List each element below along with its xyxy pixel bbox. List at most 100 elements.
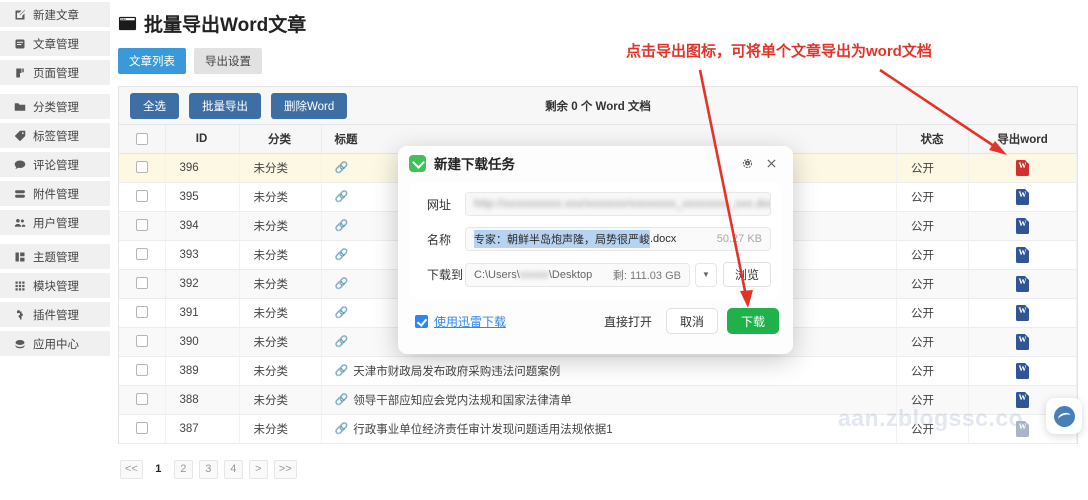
- batch-export-button[interactable]: 批量导出: [189, 92, 261, 119]
- tab-export-settings[interactable]: 导出设置: [194, 48, 262, 74]
- sidebar-item-module-manage[interactable]: 模块管理: [0, 273, 110, 298]
- download-button[interactable]: 下载: [727, 308, 779, 334]
- open-directly-button[interactable]: 直接打开: [604, 313, 652, 330]
- pagination-item[interactable]: 4: [223, 459, 243, 479]
- sidebar-item-label: 主题管理: [33, 251, 79, 264]
- word-doc-icon[interactable]: [1016, 333, 1029, 350]
- sidebar-item-label: 标签管理: [33, 130, 79, 143]
- link-icon: 🔗: [334, 394, 349, 406]
- use-thunder-label[interactable]: 使用迅雷下载: [434, 313, 506, 330]
- row-title-cell[interactable]: 🔗 天津市财政局发布政府采购违法问题案例: [321, 356, 897, 386]
- row-checkbox[interactable]: [135, 277, 148, 290]
- sidebar-item-page-manage[interactable]: 页面管理: [0, 60, 110, 85]
- tag-icon: [13, 130, 27, 142]
- link-icon: 🔗: [334, 162, 349, 174]
- row-checkbox[interactable]: [135, 364, 148, 377]
- link-icon: 🔗: [334, 307, 349, 319]
- cancel-button[interactable]: 取消: [666, 308, 718, 334]
- row-category: 未分类: [239, 153, 322, 183]
- page-title-text: 批量导出Word文章: [144, 15, 307, 36]
- tab-article-list[interactable]: 文章列表: [118, 48, 186, 74]
- row-checkbox[interactable]: [135, 306, 148, 319]
- browse-button[interactable]: 浏览: [723, 262, 771, 287]
- link-icon: 🔗: [334, 191, 349, 203]
- row-export-cell: [968, 298, 1077, 328]
- row-category: 未分类: [239, 269, 322, 299]
- sidebar-item-label: 附件管理: [33, 188, 79, 201]
- download-path-input[interactable]: C:\Users\ xxxxx \Desktop 剩: 111.03 GB: [465, 262, 690, 287]
- sidebar-item-label: 页面管理: [33, 67, 79, 80]
- row-title-cell[interactable]: 🔗 领导干部应知应会党内法规和国家法律清单: [321, 385, 897, 415]
- word-doc-icon[interactable]: [1016, 275, 1029, 292]
- row-checkbox-cell: [119, 211, 166, 241]
- filename-extension: .docx: [650, 233, 677, 245]
- word-doc-icon[interactable]: [1016, 304, 1029, 321]
- pagination-item[interactable]: 2: [173, 459, 193, 479]
- gear-icon[interactable]: [737, 153, 757, 173]
- remaining-docs-text: 剩余 0 个 Word 文档: [545, 100, 651, 113]
- column-header-category: 分类: [239, 125, 322, 154]
- row-id: 387: [165, 414, 240, 444]
- sidebar-item-label: 应用中心: [33, 338, 79, 351]
- chevron-down-icon[interactable]: ▼: [695, 262, 717, 287]
- row-category: 未分类: [239, 298, 322, 328]
- delete-word-button[interactable]: 删除Word: [271, 92, 348, 119]
- sidebar-item-label: 插件管理: [33, 309, 79, 322]
- word-doc-icon-red[interactable]: [1016, 159, 1029, 176]
- sidebar-item-article-manage[interactable]: 文章管理: [0, 31, 110, 56]
- select-all-checkbox[interactable]: [135, 132, 148, 145]
- row-category: 未分类: [239, 385, 322, 415]
- pagination-item[interactable]: 1: [149, 460, 168, 479]
- row-title: 领导干部应知应会党内法规和国家法律清单: [353, 394, 572, 407]
- sidebar-item-comment-manage[interactable]: 评论管理: [0, 152, 110, 177]
- filename-base: 专家：朝鲜半岛炮声隆，局势很严峻: [474, 230, 650, 248]
- sidebar-item-attachment-manage[interactable]: 附件管理: [0, 181, 110, 206]
- pagination-item[interactable]: >: [248, 459, 268, 479]
- sidebar-item-tag-manage[interactable]: 标签管理: [0, 123, 110, 148]
- word-doc-icon[interactable]: [1016, 362, 1029, 379]
- url-label: 网址: [427, 197, 452, 212]
- assistant-button[interactable]: [1046, 398, 1082, 434]
- row-checkbox-cell: [119, 269, 166, 299]
- name-field-row: 名称 专家：朝鲜半岛炮声隆，局势很严峻 .docx 50.27 KB: [415, 227, 771, 251]
- row-checkbox[interactable]: [135, 219, 148, 232]
- dialog-body: 网址 http://xxxxxxxxxx.xxx/xxxxxxx/xxxxxxx…: [410, 182, 781, 299]
- grid-icon: [13, 280, 27, 292]
- sidebar-item-user-manage[interactable]: 用户管理: [0, 210, 110, 235]
- sidebar-item-theme-manage[interactable]: 主题管理: [0, 244, 110, 269]
- filename-input[interactable]: 专家：朝鲜半岛炮声隆，局势很严峻 .docx 50.27 KB: [465, 227, 771, 251]
- row-checkbox-cell: [119, 327, 166, 357]
- row-checkbox[interactable]: [135, 335, 148, 348]
- column-header-export: 导出word: [968, 125, 1077, 154]
- sidebar-item-app-center[interactable]: 应用中心: [0, 331, 110, 356]
- sidebar-item-plugin-manage[interactable]: 插件管理: [0, 302, 110, 327]
- use-thunder-checkbox[interactable]: [415, 314, 428, 328]
- file-size-text: 50.27 KB: [716, 233, 762, 245]
- row-category: 未分类: [239, 211, 322, 241]
- row-title-cell[interactable]: 🔗 行政事业单位经济责任审计发现问题适用法规依据1: [321, 414, 897, 444]
- pagination-item[interactable]: <<: [120, 459, 143, 479]
- row-checkbox[interactable]: [135, 190, 148, 203]
- window-icon: [118, 14, 137, 33]
- sidebar-item-label: 用户管理: [33, 217, 79, 230]
- url-input[interactable]: http://xxxxxxxxxx.xxx/xxxxxxx/xxxxxxxx_x…: [465, 192, 771, 216]
- app-center-icon: [13, 338, 27, 350]
- close-icon[interactable]: [761, 153, 781, 173]
- word-doc-icon[interactable]: [1016, 217, 1029, 234]
- select-all-button[interactable]: 全选: [130, 92, 179, 119]
- row-checkbox-cell: [119, 240, 166, 270]
- sidebar-item-category-manage[interactable]: 分类管理: [0, 94, 110, 119]
- word-doc-icon[interactable]: [1016, 246, 1029, 263]
- row-checkbox[interactable]: [135, 422, 148, 435]
- row-checkbox[interactable]: [135, 161, 148, 174]
- pagination-item[interactable]: 3: [198, 459, 218, 479]
- sidebar-item-label: 新建文章: [33, 9, 79, 22]
- pagination-item[interactable]: >>: [273, 459, 297, 479]
- url-value: http://xxxxxxxxxx.xxx/xxxxxxx/xxxxxxxx_x…: [474, 198, 771, 210]
- row-checkbox[interactable]: [135, 393, 148, 406]
- word-doc-icon[interactable]: [1016, 188, 1029, 205]
- row-category: 未分类: [239, 356, 322, 386]
- table-row[interactable]: 389 未分类 🔗 天津市财政局发布政府采购违法问题案例 公开: [119, 356, 1077, 386]
- row-checkbox[interactable]: [135, 248, 148, 261]
- sidebar-item-new-article[interactable]: 新建文章: [0, 2, 110, 27]
